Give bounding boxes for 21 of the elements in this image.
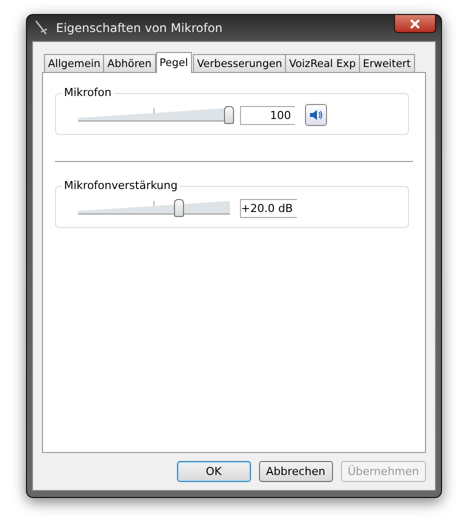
window-title: Eigenschaften von Mikrofon [56, 21, 223, 35]
tab[interactable]: VoizReal Exp [285, 54, 360, 72]
speaker-button[interactable] [305, 104, 327, 126]
speaker-icon [309, 109, 323, 121]
slider[interactable] [78, 197, 230, 219]
close-button[interactable] [394, 15, 436, 33]
level-field: 100 [240, 106, 295, 124]
dialog-button[interactable]: OK [176, 461, 251, 482]
dialog-button[interactable]: Abbrechen [258, 461, 333, 482]
slider-thumb[interactable] [224, 106, 234, 124]
tab[interactable]: Abhören [103, 54, 156, 72]
group-title: Mikrofon [62, 86, 114, 99]
slider-thumb[interactable] [174, 199, 184, 217]
tab[interactable]: Verbesserungen [193, 54, 286, 72]
microphone-icon [34, 20, 50, 36]
level-field: +20.0 dB [240, 198, 297, 218]
tab[interactable]: Pegel [156, 52, 192, 73]
group-title: Mikrofonverstärkung [62, 179, 180, 192]
tab[interactable]: Erweitert [358, 54, 415, 72]
close-icon [410, 18, 420, 28]
tab[interactable]: Allgemein [44, 54, 104, 72]
